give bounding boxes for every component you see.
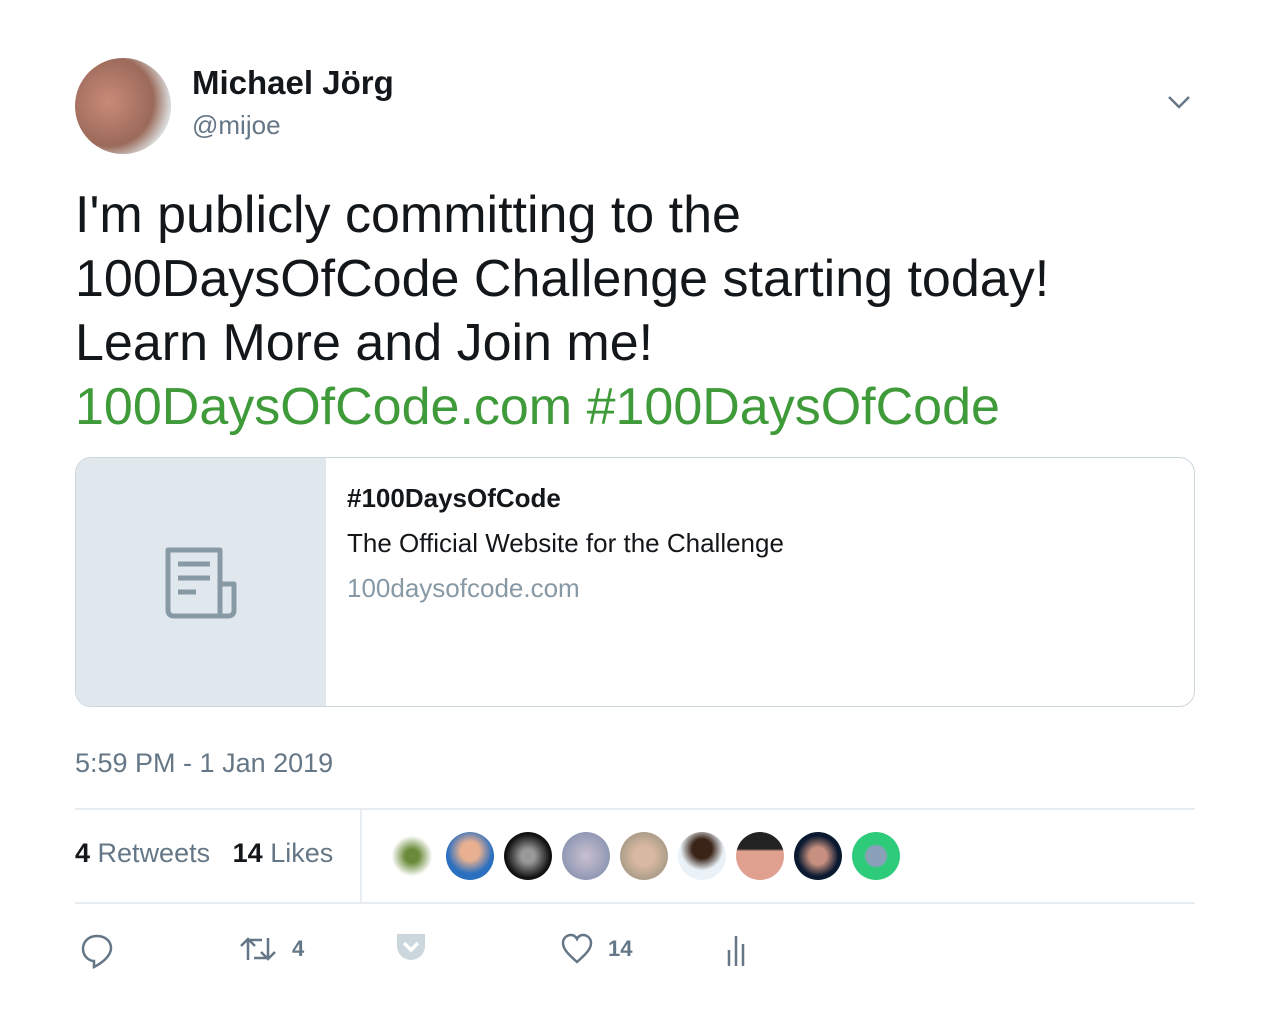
tweet-line: 100DaysOfCode Challenge starting today! (75, 250, 1050, 308)
retweets-label: Retweets (97, 838, 211, 868)
author-handle[interactable]: @mijoe (192, 110, 281, 141)
stats: 4 Retweets 14 Likes (75, 838, 333, 869)
liker-avatar[interactable] (794, 832, 842, 880)
pocket-button[interactable] (395, 932, 427, 962)
analytics-button[interactable] (726, 932, 750, 966)
reply-icon (81, 934, 113, 970)
liker-avatar[interactable] (446, 832, 494, 880)
likes-stat[interactable]: 14 Likes (233, 838, 334, 868)
heart-icon (561, 933, 593, 964)
card-url: 100daysofcode.com (347, 573, 580, 603)
retweet-icon (240, 937, 276, 961)
liker-avatar[interactable] (678, 832, 726, 880)
card-title: #100DaysOfCode (347, 483, 561, 513)
tweet-text: I'm publicly committing to the 100DaysOf… (75, 183, 1205, 439)
divider (360, 810, 362, 903)
tweet-line: Learn More and Join me! (75, 314, 654, 372)
divider (75, 808, 1195, 810)
reply-button[interactable] (80, 932, 114, 970)
likers-avatars (388, 832, 900, 880)
pocket-icon (397, 934, 425, 960)
retweet-count: 4 (292, 936, 305, 961)
likes-count: 14 (232, 838, 263, 868)
tweet-detail: Michael Jörg @mijoe I'm publicly committ… (0, 0, 1270, 1014)
card-description: The Official Website for the Challenge (347, 528, 784, 558)
author-avatar[interactable] (75, 58, 171, 154)
article-icon (165, 547, 237, 619)
chevron-down-icon[interactable] (1166, 92, 1192, 112)
liker-avatar[interactable] (388, 832, 436, 880)
link-card[interactable]: #100DaysOfCode The Official Website for … (75, 457, 1195, 707)
like-button[interactable]: 14 (560, 932, 632, 966)
analytics-icon (727, 936, 745, 966)
tweet-link[interactable]: 100DaysOfCode.com (75, 378, 572, 436)
retweets-count: 4 (75, 838, 91, 868)
card-thumbnail (76, 458, 326, 706)
divider (75, 902, 1195, 904)
liker-avatar[interactable] (736, 832, 784, 880)
hashtag-link[interactable]: #100DaysOfCode (587, 378, 1000, 436)
liker-avatar[interactable] (852, 832, 900, 880)
timestamp[interactable]: 5:59 PM - 1 Jan 2019 (75, 748, 333, 779)
retweets-stat[interactable]: 4 Retweets (75, 838, 210, 868)
like-count: 14 (608, 936, 633, 961)
liker-avatar[interactable] (504, 832, 552, 880)
liker-avatar[interactable] (562, 832, 610, 880)
retweet-button[interactable]: 4 (238, 932, 304, 966)
liker-avatar[interactable] (620, 832, 668, 880)
likes-label: Likes (270, 838, 334, 868)
tweet-line: I'm publicly committing to the (75, 186, 741, 244)
author-name[interactable]: Michael Jörg (192, 64, 394, 102)
